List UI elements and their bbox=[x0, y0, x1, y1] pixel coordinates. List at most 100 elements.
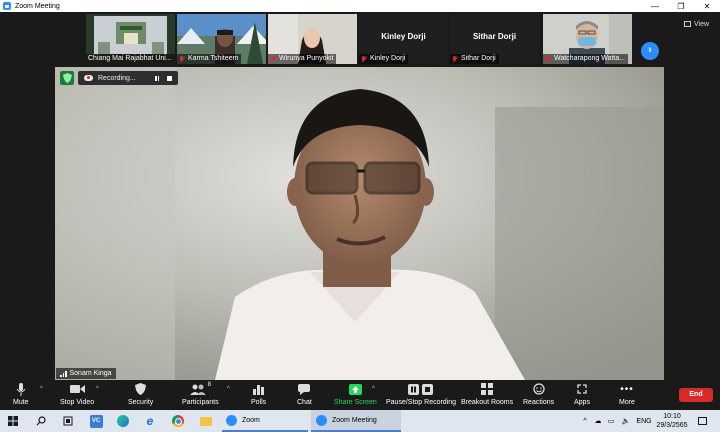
participant-display-name: Kinley Dorji bbox=[381, 32, 426, 41]
microphone-icon bbox=[16, 382, 26, 396]
vscode-icon[interactable]: VC bbox=[88, 410, 104, 432]
reactions-button[interactable]: Reactions bbox=[523, 382, 554, 406]
participant-name: Karma Tshiteem bbox=[177, 54, 242, 64]
taskbar-app-zoom[interactable]: Zoom bbox=[222, 410, 308, 432]
network-icon[interactable]: ▭ bbox=[606, 410, 616, 432]
minimize-button[interactable]: — bbox=[642, 0, 668, 12]
smiley-icon bbox=[532, 383, 545, 395]
breakout-rooms-icon bbox=[481, 383, 494, 395]
reactions-label: Reactions bbox=[523, 399, 555, 406]
pause-stop-recording-label: Pause/Stop Recording bbox=[386, 399, 457, 406]
active-speaker-name-tag: Sonam Kinga bbox=[56, 368, 116, 379]
stop-video-button[interactable]: Stop Video bbox=[60, 382, 94, 406]
view-button[interactable]: View bbox=[684, 18, 709, 30]
muted-mic-icon bbox=[545, 55, 551, 63]
muted-mic-icon bbox=[452, 55, 458, 63]
windows-start-icon[interactable] bbox=[5, 410, 21, 432]
onedrive-icon[interactable]: ☁ bbox=[593, 410, 603, 432]
clock-time: 10:10 bbox=[663, 413, 681, 420]
os-taskbar: VC e Zoom Zoom Meeting ^ ☁ ▭ 🔈 ENG 10:10… bbox=[0, 410, 720, 432]
recording-label: Recording... bbox=[98, 74, 136, 82]
clock-date: 29/3/2565 bbox=[656, 422, 688, 429]
more-dots-icon: ••• bbox=[620, 383, 634, 395]
participant-name: Wirunya Punyokit bbox=[268, 54, 337, 64]
taskbar-app-label: Zoom bbox=[242, 416, 260, 424]
participants-button[interactable]: 8 Participants bbox=[182, 382, 219, 406]
participant-display-name: Sithar Dorji bbox=[472, 32, 517, 41]
close-button[interactable]: ✕ bbox=[694, 0, 720, 12]
participant-name: Kinley Dorji bbox=[359, 54, 409, 64]
polls-label: Polls bbox=[251, 399, 267, 406]
participant-thumbnail[interactable]: Watcharapong Watta... bbox=[543, 14, 632, 64]
cloud-record-icon bbox=[84, 75, 93, 81]
search-icon[interactable] bbox=[33, 410, 49, 432]
task-view-icon[interactable] bbox=[60, 410, 76, 432]
file-explorer-icon[interactable] bbox=[198, 410, 214, 432]
audio-options-caret[interactable]: ^ bbox=[40, 386, 43, 392]
muted-mic-icon bbox=[179, 55, 185, 63]
participants-options-caret[interactable]: ^ bbox=[227, 386, 230, 392]
participants-count: 8 bbox=[207, 382, 211, 388]
security-button[interactable]: Security bbox=[128, 382, 153, 406]
chrome-icon[interactable] bbox=[170, 410, 186, 432]
stop-recording-icon[interactable] bbox=[167, 75, 172, 81]
video-options-caret[interactable]: ^ bbox=[96, 386, 99, 392]
participant-thumbnail[interactable]: Kinley Dorji Kinley Dorji bbox=[359, 14, 448, 64]
active-speaker-name: Sonam Kinga bbox=[69, 370, 112, 377]
active-speaker-video bbox=[55, 67, 664, 380]
edge-icon[interactable] bbox=[115, 410, 131, 432]
view-label: View bbox=[694, 20, 710, 28]
end-meeting-button[interactable]: End bbox=[679, 388, 713, 402]
more-button[interactable]: ••• More bbox=[619, 382, 635, 407]
participant-thumbnail[interactable]: Wirunya Punyokit bbox=[268, 14, 357, 64]
zoom-app-icon bbox=[3, 2, 11, 10]
apps-button[interactable]: Apps bbox=[574, 382, 590, 406]
zoom-icon bbox=[316, 414, 327, 426]
internet-explorer-icon[interactable]: e bbox=[142, 410, 158, 432]
stop-video-label: Stop Video bbox=[60, 399, 95, 406]
security-label: Security bbox=[128, 399, 154, 406]
speaker-video-feed bbox=[55, 67, 664, 380]
share-screen-icon bbox=[348, 383, 362, 395]
muted-mic-icon bbox=[270, 55, 276, 63]
grid-view-icon bbox=[684, 21, 691, 27]
signal-strength-icon bbox=[60, 370, 67, 377]
pause-stop-icon bbox=[408, 383, 434, 395]
maximize-button[interactable]: ❐ bbox=[668, 0, 694, 12]
apps-icon bbox=[577, 384, 587, 394]
participants-icon bbox=[189, 384, 206, 395]
chat-label: Chat bbox=[297, 399, 312, 406]
participant-thumbnail[interactable]: Chiang Mai Rajabhat Uni... bbox=[86, 14, 175, 64]
notification-icon[interactable] bbox=[695, 410, 709, 432]
zoom-icon bbox=[226, 414, 237, 426]
input-language[interactable]: ENG bbox=[636, 410, 652, 432]
recording-indicator: Recording... bbox=[78, 71, 178, 85]
share-options-caret[interactable]: ^ bbox=[372, 386, 375, 392]
participant-thumbnail[interactable]: Karma Tshiteem bbox=[177, 14, 266, 64]
show-hidden-icons-chevron-icon[interactable]: ^ bbox=[580, 410, 590, 432]
participant-name: Watcharapong Watta... bbox=[543, 54, 629, 64]
security-shield-icon[interactable] bbox=[60, 71, 74, 85]
polls-button[interactable]: Polls bbox=[251, 382, 266, 406]
breakout-rooms-button[interactable]: Breakout Rooms bbox=[461, 382, 513, 406]
chat-button[interactable]: Chat bbox=[297, 382, 312, 406]
participant-name: Sithar Dorji bbox=[450, 54, 499, 64]
taskbar-app-label: Zoom Meeting bbox=[332, 416, 377, 424]
volume-icon[interactable]: 🔈 bbox=[620, 410, 632, 432]
taskbar-app-zoom-meeting[interactable]: Zoom Meeting bbox=[311, 410, 401, 432]
more-label: More bbox=[619, 399, 635, 406]
next-page-button[interactable]: › bbox=[641, 42, 659, 60]
participant-name: Chiang Mai Rajabhat Uni... bbox=[86, 54, 175, 64]
participants-label: Participants bbox=[182, 399, 219, 406]
chat-icon bbox=[298, 383, 311, 395]
shield-icon bbox=[135, 383, 147, 395]
pause-stop-recording-button[interactable]: Pause/Stop Recording bbox=[386, 382, 456, 406]
share-screen-label: Share Screen bbox=[334, 399, 377, 406]
share-screen-button[interactable]: Share Screen bbox=[334, 382, 377, 406]
system-clock[interactable]: 10:10 29/3/2565 bbox=[655, 410, 689, 432]
participant-thumbnail[interactable]: Sithar Dorji Sithar Dorji bbox=[450, 14, 539, 64]
apps-label: Apps bbox=[574, 399, 590, 406]
window-titlebar: Zoom Meeting — ❐ ✕ bbox=[0, 0, 720, 12]
pause-recording-icon[interactable] bbox=[155, 75, 159, 81]
mute-button[interactable]: Mute bbox=[13, 382, 29, 406]
